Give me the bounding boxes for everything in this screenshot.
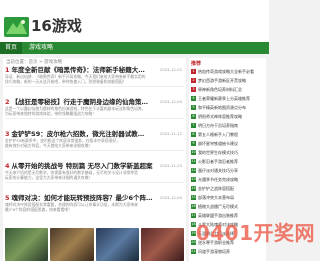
rank-badge: 11 — [191, 159, 196, 164]
article-number: 2 — [5, 98, 10, 106]
sidebar-item-label[interactable]: 热血传奇游戏攻略大全新手必看 — [198, 69, 254, 75]
article-summary: 最少6个阵容的搭配思路，快来看看吧！ — [5, 207, 72, 213]
sidebar-item-label[interactable]: 和平精英新地图资源点分布 — [198, 105, 246, 111]
sidebar-item-label[interactable]: 明日方舟干员培养指南 — [198, 123, 238, 129]
thumbnail-strip — [5, 228, 184, 261]
article-item[interactable]: 1 年度全新巨献《暗黑传奇》：法师新手秘籍大… 2024-12-02 导读、新出仙… — [5, 66, 184, 88]
sidebar-item-label[interactable]: 蛋仔派对通关技巧分享 — [198, 168, 238, 174]
site-logo-text[interactable]: 16游戏 — [31, 16, 82, 36]
article-date: 2024-12-04 — [157, 99, 182, 104]
sidebar-item[interactable]: 3 原神新角色培养材料汇总 — [191, 85, 264, 94]
sidebar-item[interactable]: 13 光遇季节任务完成攻略 — [191, 175, 264, 184]
sidebar-item-label[interactable]: 金铲铲之战阵容搭配 — [198, 186, 234, 192]
game-thumbnail[interactable] — [140, 228, 184, 261]
main-nav: 首页 游戏攻略 — [0, 42, 269, 54]
article-date: 2024-12-04 — [157, 195, 182, 200]
rank-badge: 5 — [191, 105, 196, 110]
sidebar-item-label[interactable]: 阴阳师式神阵容推荐攻略 — [198, 114, 242, 120]
rank-badge: 13 — [191, 177, 196, 182]
sidebar-item-label[interactable]: 植物大战僵尸无尽模式 — [198, 204, 238, 210]
article-item[interactable]: 3 金铲铲S9：皮尔枪六招数，微光注射器试教… 2024-11-12 金铲铲S9新… — [5, 130, 184, 152]
sidebar-item[interactable]: 2 梦幻西游手游新区开荒攻略 — [191, 76, 264, 85]
rank-badge: 21 — [191, 249, 196, 254]
article-item[interactable]: 2 【战狂是零秘技】行走于魔阴身边缘的仙角策… 2024-12-04 这是一个以魔… — [5, 98, 184, 120]
rank-badge: 3 — [191, 87, 196, 92]
divider — [5, 118, 184, 120]
article-summary: 技巧攻略，新的一天从这开始吧，带你快速入门，熟悉装备和技能搭配！ — [5, 79, 127, 85]
sidebar-item[interactable]: 9 崩坏星穹铁道抽卡建议 — [191, 139, 264, 148]
divider — [5, 150, 184, 152]
article-item[interactable]: 5 魂师对决：如何才能玩转预技阵容？最少6个阵… 2024-12-04 魂师对决中… — [5, 194, 184, 212]
sidebar-item[interactable]: 6 阴阳师式神阵容推荐攻略 — [191, 112, 264, 121]
sidebar-heading: 推荐 — [191, 61, 202, 67]
nav-item-game-guides[interactable]: 游戏攻略 — [24, 42, 58, 54]
watermark-text: 0401开奖网 — [195, 221, 315, 245]
sidebar-item-label[interactable]: 问道手游宠物培养 — [198, 249, 230, 255]
game-thumbnail[interactable] — [5, 228, 49, 261]
sidebar-item-label[interactable]: 光遇季节任务完成攻略 — [198, 177, 238, 183]
rank-badge: 4 — [191, 96, 196, 101]
site-header: 16游戏 — [0, 0, 269, 42]
article-date: 2024-11-25 — [157, 163, 182, 168]
sidebar-item[interactable]: 8 第五人格新手入门教程 — [191, 130, 264, 139]
rank-badge: 10 — [191, 150, 196, 155]
sidebar-item-label[interactable]: 部落冲突大本营布局 — [198, 195, 234, 201]
breadcrumb: 当前位置：首页 > 游戏攻略 — [6, 60, 63, 65]
article-number: 5 — [5, 194, 10, 202]
rank-badge: 9 — [191, 141, 196, 146]
sidebar-item[interactable]: 1 热血传奇游戏攻略大全新手必看 — [191, 67, 264, 76]
article-date: 2024-12-02 — [157, 67, 182, 72]
rank-badge: 6 — [191, 114, 196, 119]
logo-icon[interactable] — [4, 17, 29, 37]
rank-badge: 7 — [191, 123, 196, 128]
sidebar-item[interactable]: 10 我的世界生存模式技巧 — [191, 148, 264, 157]
article-summary: 为玩家带来独特的游戏体验，带你领略最强战力攻略！ — [5, 111, 97, 117]
rank-badge: 1 — [191, 69, 196, 74]
sidebar-item[interactable]: 16 植物大战僵尸无尽模式 — [191, 202, 264, 211]
rank-badge: 8 — [191, 132, 196, 137]
article-list: 当前位置：首页 > 游戏攻略 1 年度全新巨献《暗黑传奇》：法师新手秘籍大… 20… — [3, 58, 186, 261]
sidebar-item[interactable]: 12 蛋仔派对通关技巧分享 — [191, 166, 264, 175]
article-item[interactable]: 4 从零开始的挑战号 特别篇 无尽入门数学新盖超案 2024-11-25 今天来介… — [5, 162, 184, 184]
sidebar-item-label[interactable]: 王者荣耀新赛季上分英雄推荐 — [198, 96, 250, 102]
divider — [5, 182, 184, 184]
game-thumbnail[interactable] — [95, 228, 139, 261]
sidebar-item[interactable]: 4 王者荣耀新赛季上分英雄推荐 — [191, 94, 264, 103]
article-number: 1 — [5, 66, 10, 74]
sidebar-item-label[interactable]: 第五人格新手入门教程 — [198, 132, 238, 138]
divider — [5, 86, 184, 88]
article-summary: 玩家的计算能力，这里为大家带来详细的通关攻略！ — [5, 175, 93, 181]
game-thumbnail[interactable] — [50, 228, 94, 261]
sidebar-item[interactable]: 11 火影忍者手游忍者推荐 — [191, 157, 264, 166]
article-number: 3 — [5, 130, 10, 138]
article-summary: 能有效针对敌方阵容，今天就给大家带来详细攻略！ — [5, 143, 93, 149]
sidebar-item[interactable]: 14 金铲铲之战阵容搭配 — [191, 184, 264, 193]
rank-badge: 14 — [191, 186, 196, 191]
sidebar-item[interactable]: 7 明日方舟干员培养指南 — [191, 121, 264, 130]
rank-badge: 12 — [191, 168, 196, 173]
sidebar-item-label[interactable]: 火影忍者手游忍者推荐 — [198, 159, 238, 165]
sidebar-item[interactable]: 5 和平精英新地图资源点分布 — [191, 103, 264, 112]
rank-badge: 15 — [191, 195, 196, 200]
sidebar-item-label[interactable]: 原神新角色培养材料汇总 — [198, 87, 242, 93]
article-date: 2024-11-12 — [157, 131, 182, 136]
rank-badge: 16 — [191, 204, 196, 209]
sidebar-item[interactable]: 21 问道手游宠物培养 — [191, 247, 264, 256]
sidebar-item-label[interactable]: 我的世界生存模式技巧 — [198, 150, 238, 156]
sidebar-item[interactable]: 15 部落冲突大本营布局 — [191, 193, 264, 202]
article-number: 4 — [5, 162, 10, 170]
sidebar-item-label[interactable]: 崩坏星穹铁道抽卡建议 — [198, 141, 238, 147]
sidebar-item-label[interactable]: 梦幻西游手游新区开荒攻略 — [198, 78, 246, 84]
nav-item-home[interactable]: 首页 — [0, 42, 23, 54]
rank-badge: 2 — [191, 78, 196, 83]
